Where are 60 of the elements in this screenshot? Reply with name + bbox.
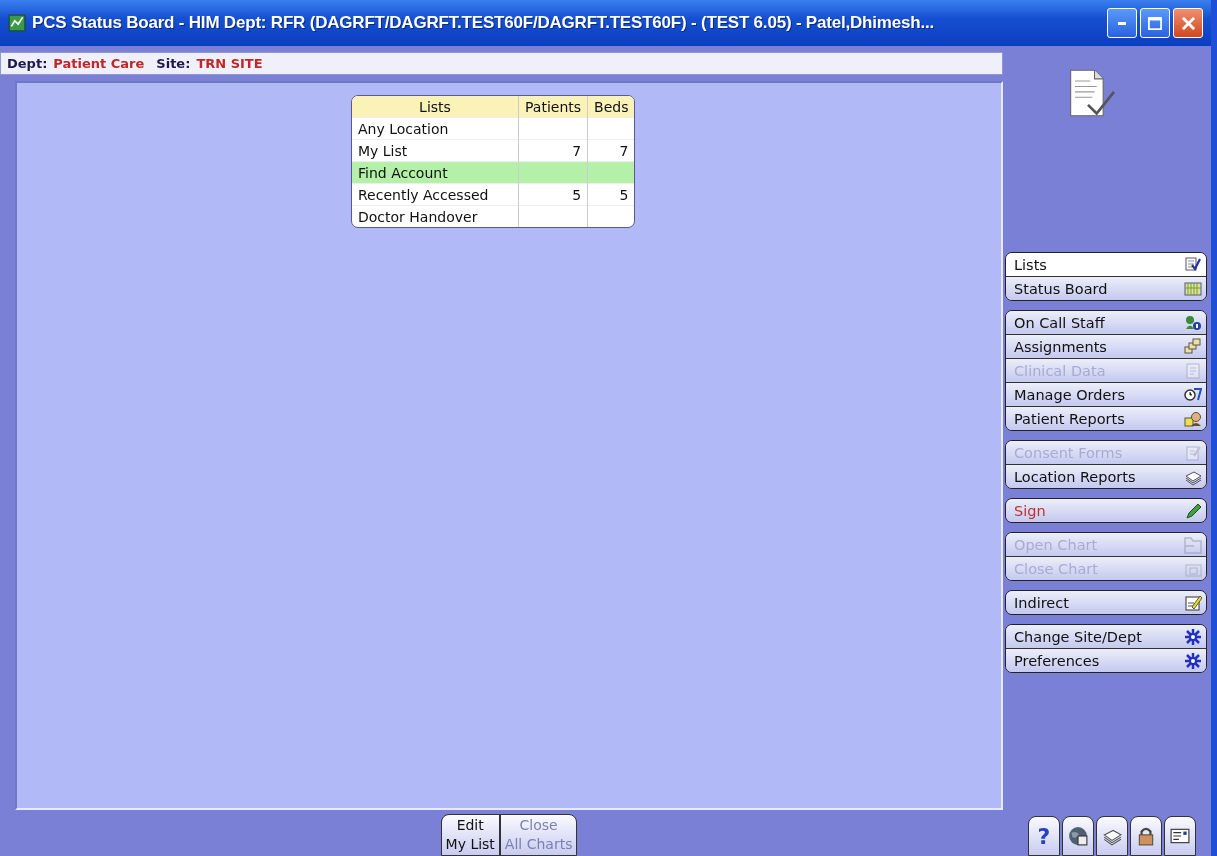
notepad-pen-icon (1184, 593, 1202, 612)
dept-label: Dept: (7, 56, 48, 71)
sidebar-item[interactable]: Change Site/Dept (1006, 625, 1206, 648)
folder-icon (1184, 535, 1202, 554)
sidebar-item[interactable]: Status Board (1006, 276, 1206, 300)
maximize-button[interactable] (1140, 8, 1170, 38)
table-cell (587, 205, 635, 227)
table-cell (518, 117, 588, 140)
sidebar-item[interactable]: Sign (1006, 499, 1206, 522)
close-button[interactable] (1173, 8, 1203, 38)
table-cell: 5 (587, 183, 635, 206)
table-cell (518, 205, 588, 227)
app-icon (8, 14, 26, 32)
globe-button[interactable] (1062, 816, 1094, 856)
sidebar-item[interactable]: Assignments (1006, 334, 1206, 358)
minimize-icon (1118, 21, 1126, 25)
person-icon (1184, 409, 1202, 428)
minimize-button[interactable] (1107, 8, 1137, 38)
table-cell (518, 161, 588, 184)
sidebar-item[interactable]: Patient Reports (1006, 406, 1206, 430)
list-item[interactable]: Any Location (352, 117, 519, 140)
edit-list-button[interactable]: Edit My List (441, 815, 499, 855)
list-item[interactable]: Doctor Handover (352, 205, 519, 227)
window-title: PCS Status Board - HIM Dept: RFR (DAGRFT/DAGRFT.TEST60F/DAGRFT.TEST60F) - (TEST 6.05) - Patel,Dhimesh... (32, 13, 935, 33)
site-value: TRN SITE (196, 56, 263, 71)
gear-icon (1184, 627, 1202, 646)
list-check-icon (1184, 255, 1202, 274)
clock-icon (1184, 385, 1202, 404)
people-icon (1184, 313, 1202, 332)
column-header: Beds (587, 96, 635, 118)
dept-value: Patient Care (53, 56, 145, 71)
table-cell (587, 117, 635, 140)
sidebar-item[interactable]: Indirect (1006, 591, 1206, 614)
lock-icon (1136, 826, 1156, 846)
column-header: Patients (518, 96, 588, 118)
list-item[interactable]: Recently Accessed (352, 183, 519, 206)
sidebar-item[interactable]: Location Reports (1006, 464, 1206, 488)
site-label: Site: (156, 56, 191, 71)
sidebar-item[interactable]: Manage Orders (1006, 382, 1206, 406)
card-icon (1170, 826, 1190, 846)
column-header: Lists (352, 96, 519, 118)
gear-icon (1184, 651, 1202, 670)
form-pen-icon (1184, 443, 1202, 462)
list-item[interactable]: Find Account (352, 161, 519, 184)
globe-icon (1068, 826, 1088, 846)
table-cell (587, 161, 635, 184)
sidebar-item[interactable]: Preferences (1006, 648, 1206, 672)
table-cell: 5 (518, 183, 588, 206)
maximize-icon (1148, 16, 1162, 30)
pen-icon (1184, 501, 1202, 520)
sidebar-item[interactable]: On Call Staff (1006, 311, 1206, 334)
card-button[interactable] (1164, 816, 1196, 856)
grid-icon (1184, 279, 1202, 298)
lock-button[interactable] (1130, 816, 1162, 856)
close-icon (1181, 16, 1195, 30)
clipboard-icon (1184, 361, 1202, 380)
sidebar-item[interactable]: Lists (1006, 253, 1206, 276)
help-button[interactable]: ? (1028, 816, 1060, 856)
paper-stack-button[interactable] (1096, 816, 1128, 856)
boxes-icon (1184, 337, 1202, 356)
